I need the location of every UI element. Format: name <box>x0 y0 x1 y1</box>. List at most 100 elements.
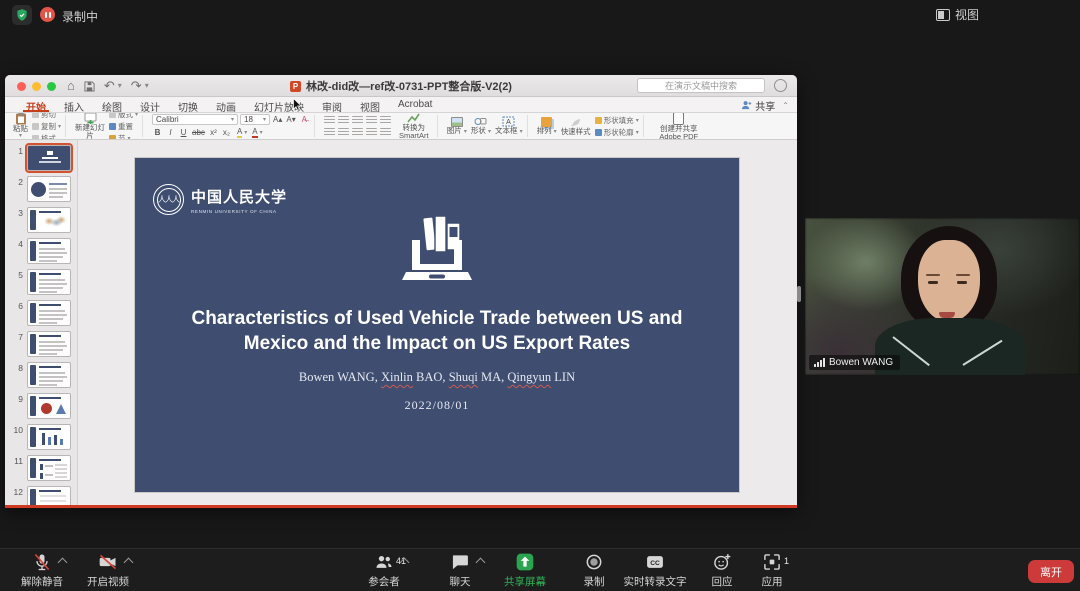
quick-access-dropdown-icon[interactable]: ▾ <box>145 77 149 95</box>
align-center-icon[interactable] <box>338 128 349 137</box>
slide-thumbnail-preview[interactable] <box>27 486 71 505</box>
font-size-select[interactable]: 18▾ <box>240 114 270 125</box>
format-button-x²[interactable]: x² <box>208 127 219 138</box>
presentation-search-input[interactable] <box>637 78 765 93</box>
highlight-color-button[interactable]: A <box>237 128 242 138</box>
slide-thumbnail-6[interactable]: 6 <box>11 300 77 326</box>
panel-resize-handle[interactable] <box>797 286 801 302</box>
shape-outline-button[interactable]: 形状轮廓▾ <box>595 127 639 138</box>
toolbar-reactions-button[interactable]: 回应 <box>700 554 744 588</box>
format-painter-button[interactable]: 格式 <box>32 133 61 141</box>
decrease-indent-icon[interactable] <box>352 116 363 125</box>
format-button-x₂[interactable]: x₂ <box>221 127 232 138</box>
recording-indicator-icon[interactable] <box>40 7 55 22</box>
ribbon-tab-开始[interactable]: 开始 <box>17 97 55 112</box>
slide-thumbnail-12[interactable]: 12 <box>11 486 77 505</box>
slide-thumbnail-1[interactable]: 1 <box>11 145 77 171</box>
slide-thumbnail-5[interactable]: 5 <box>11 269 77 295</box>
current-slide[interactable]: 人人人 中国人民大学 RENMIN UNIVERSITY OF CHINA <box>135 158 739 492</box>
chevron-up-icon[interactable] <box>124 558 134 568</box>
chevron-up-icon[interactable] <box>476 558 486 568</box>
toolbar-record-button[interactable]: 录制 <box>572 554 616 588</box>
clear-formatting-icon[interactable]: A̶ <box>299 114 310 125</box>
font-color-button[interactable]: A <box>252 128 257 138</box>
cut-button[interactable]: 剪切 <box>32 113 61 120</box>
shrink-font-button[interactable]: A▾ <box>285 114 296 125</box>
slide-thumbnail-preview[interactable] <box>27 300 71 326</box>
undo-dropdown-icon[interactable]: ▾ <box>118 77 122 95</box>
toolbar-start-video-button[interactable]: 开启视频 <box>76 554 140 588</box>
textbox-button[interactable]: A 文本框 ▾ <box>495 116 523 135</box>
close-window-button[interactable] <box>17 82 26 91</box>
toolbar-unmute-button[interactable]: 解除静音 <box>10 554 74 588</box>
undo-icon[interactable]: ↶ <box>104 77 115 95</box>
slide-thumbnail-preview[interactable] <box>27 269 71 295</box>
numbered-list-icon[interactable] <box>338 116 349 125</box>
format-button-U[interactable]: U <box>178 127 189 138</box>
ribbon-tab-幻灯片放映[interactable]: 幻灯片放映 <box>245 97 313 112</box>
slide-thumbnail-2[interactable]: 2 <box>11 176 77 202</box>
security-shield-icon[interactable] <box>12 5 32 25</box>
highlight-color-button-dropdown[interactable]: ▾ <box>244 129 247 136</box>
minimize-window-button[interactable] <box>32 82 41 91</box>
toolbar-share-screen-button[interactable]: 共享屏幕 <box>494 554 556 588</box>
arrange-button[interactable]: 排列 ▾ <box>537 117 557 135</box>
toolbar-participants-button[interactable]: 41参会者 <box>352 554 416 588</box>
collapse-ribbon-icon[interactable]: ⌃ <box>782 101 789 110</box>
justify-icon[interactable] <box>366 128 377 137</box>
ribbon-tab-视图[interactable]: 视图 <box>351 97 389 112</box>
reset-button[interactable]: 重置 <box>109 121 138 132</box>
paste-button[interactable]: 粘贴▾ <box>13 113 28 140</box>
share-document-button[interactable]: 共享 <box>741 98 775 113</box>
new-slide-button[interactable]: 新建幻灯片 <box>75 113 105 140</box>
picture-button[interactable]: 图片 ▾ <box>447 117 467 135</box>
slide-thumbnail-preview[interactable] <box>27 331 71 357</box>
columns-icon[interactable] <box>380 128 391 137</box>
slide-thumbnail-11[interactable]: 11 <box>11 455 77 481</box>
toolbar-live-transcription-button[interactable]: CC实时转录文字 <box>616 554 694 588</box>
ribbon-tab-绘图[interactable]: 绘图 <box>93 97 131 112</box>
chevron-up-icon[interactable] <box>58 558 68 568</box>
slide-thumbnail-preview[interactable] <box>27 424 71 450</box>
font-color-button-dropdown[interactable]: ▾ <box>260 129 263 136</box>
quick-styles-button[interactable]: 快速样式 <box>561 117 591 136</box>
format-button-I[interactable]: I <box>165 127 176 138</box>
line-spacing-icon[interactable] <box>380 116 391 125</box>
slide-thumbnail-3[interactable]: 3 <box>11 207 77 233</box>
view-button[interactable]: 视图 <box>936 6 979 23</box>
shape-fill-button[interactable]: 形状填充▾ <box>595 115 639 126</box>
ribbon-tab-审阅[interactable]: 审阅 <box>313 97 351 112</box>
slide-thumbnail-preview[interactable] <box>27 207 71 233</box>
slide-thumbnail-8[interactable]: 8 <box>11 362 77 388</box>
align-right-icon[interactable] <box>352 128 363 137</box>
grow-font-button[interactable]: A▴ <box>272 114 283 125</box>
participant-video[interactable]: Bowen WANG <box>805 218 1080 375</box>
slide-thumbnail-preview[interactable] <box>27 145 71 171</box>
slide-thumbnail-preview[interactable] <box>27 393 71 419</box>
slide-thumbnail-4[interactable]: 4 <box>11 238 77 264</box>
layout-button[interactable]: 版式▾ <box>109 113 138 120</box>
slide-thumbnail-panel[interactable]: 123456789101112 <box>5 140 78 505</box>
create-pdf-button[interactable]: 创建并共享 Adobe PDF <box>653 113 705 140</box>
bullet-list-icon[interactable] <box>324 116 335 125</box>
slide-thumbnail-preview[interactable] <box>27 362 71 388</box>
toolbar-apps-button[interactable]: 1应用 <box>750 554 794 588</box>
slide-thumbnail-preview[interactable] <box>27 455 71 481</box>
slide-thumbnail-7[interactable]: 7 <box>11 331 77 357</box>
slide-thumbnail-preview[interactable] <box>27 238 71 264</box>
font-name-select[interactable]: Calibri▾ <box>152 114 238 125</box>
save-icon[interactable] <box>84 81 95 92</box>
align-left-icon[interactable] <box>324 128 335 137</box>
slide-thumbnail-10[interactable]: 10 <box>11 424 77 450</box>
shapes-button[interactable]: 形状 ▾ <box>471 116 491 135</box>
section-button[interactable]: 节▾ <box>109 133 138 141</box>
leave-button[interactable]: 离开 <box>1028 560 1074 583</box>
ribbon-tab-动画[interactable]: 动画 <box>207 97 245 112</box>
redo-icon[interactable]: ↷ <box>131 77 142 95</box>
format-button-abc[interactable]: abc <box>191 127 206 138</box>
slide-thumbnail-preview[interactable] <box>27 176 71 202</box>
toolbar-chat-button[interactable]: 聊天 <box>438 554 482 588</box>
ribbon-tab-切换[interactable]: 切换 <box>169 97 207 112</box>
ribbon-tab-设计[interactable]: 设计 <box>131 97 169 112</box>
format-button-B[interactable]: B <box>152 127 163 138</box>
